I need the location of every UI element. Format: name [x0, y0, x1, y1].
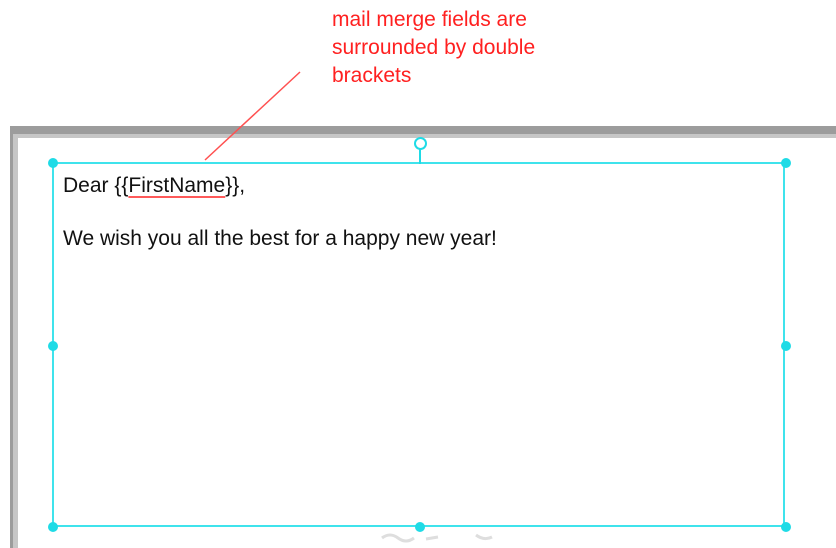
resize-handle-middle-left[interactable] — [48, 341, 58, 351]
annotation-callout: mail merge fields are surrounded by doub… — [332, 6, 632, 90]
open-brackets: {{ — [114, 174, 129, 197]
resize-handle-middle-right[interactable] — [781, 341, 791, 351]
letter-body: We wish you all the best for a happy new… — [63, 227, 497, 250]
resize-handle-bottom-left[interactable] — [48, 522, 58, 532]
resize-handle-top-right[interactable] — [781, 158, 791, 168]
rotate-handle-stem — [419, 148, 421, 164]
merge-field-firstname[interactable]: FirstName — [128, 174, 225, 197]
annotation-line-3: brackets — [332, 64, 412, 87]
resize-handle-top-left[interactable] — [48, 158, 58, 168]
letter-text[interactable]: Dear {{FirstName}}, We wish you all the … — [63, 173, 497, 252]
annotation-line-1: mail merge fields are — [332, 8, 527, 31]
annotation-line-2: surrounded by double — [332, 36, 536, 59]
greeting-prefix: Dear — [63, 174, 115, 197]
resize-handle-bottom-right[interactable] — [781, 522, 791, 532]
close-brackets: }}, — [225, 174, 246, 197]
faint-artifact — [381, 533, 493, 543]
resize-handle-bottom-center[interactable] — [415, 522, 425, 532]
greeting-line: Dear {{FirstName}}, — [63, 173, 497, 199]
